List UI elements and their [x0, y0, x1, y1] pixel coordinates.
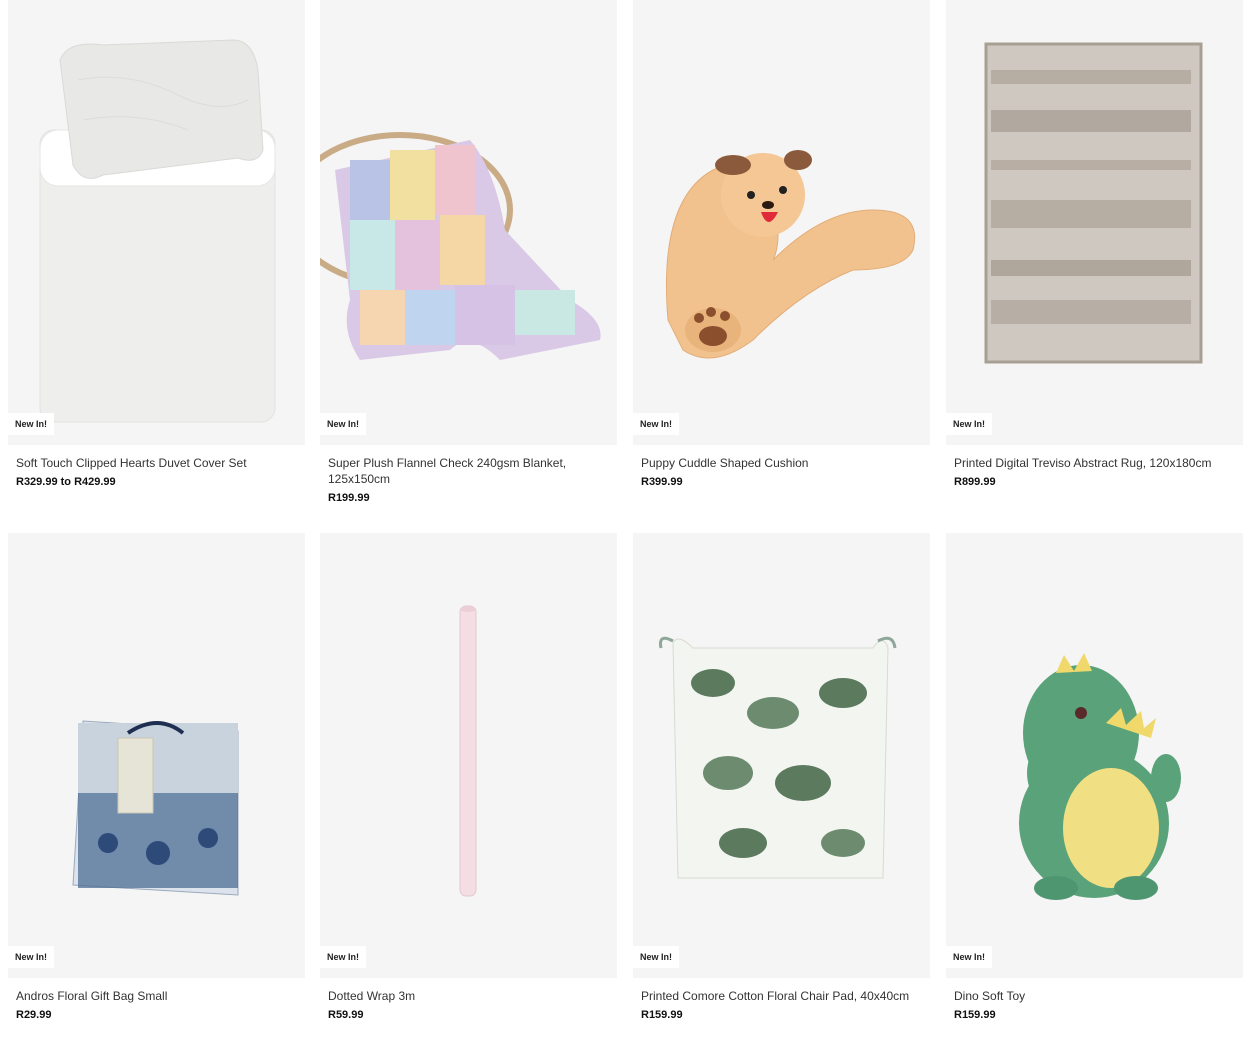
cushion-image	[665, 150, 915, 359]
new-in-badge: New In!	[8, 946, 55, 968]
new-in-badge: New In!	[633, 946, 680, 968]
product-title[interactable]: Puppy Cuddle Shaped Cushion	[641, 455, 922, 471]
duvet-image	[39, 39, 276, 423]
new-in-badge: New In!	[946, 413, 993, 435]
soft-toy-image	[1019, 653, 1181, 900]
product-title[interactable]: Printed Digital Treviso Abstract Rug, 12…	[954, 455, 1235, 471]
product-price: R59.99	[328, 1009, 364, 1021]
new-in-badge: New In!	[633, 413, 680, 435]
new-in-badge: New In!	[320, 946, 367, 968]
product-image[interactable]: New In!	[320, 0, 617, 445]
new-in-badge: New In!	[320, 413, 367, 435]
product-title[interactable]: Andros Floral Gift Bag Small	[16, 988, 297, 1004]
product-card[interactable]: New In! Super Plush Flannel Check 240gsm…	[320, 0, 617, 506]
product-title[interactable]: Printed Comore Cotton Floral Chair Pad, …	[641, 988, 922, 1004]
gift-bag-image	[72, 720, 239, 896]
rug-image	[984, 42, 1203, 364]
product-grid: New In! Soft Touch Clipped Hearts Duvet …	[0, 0, 1250, 1050]
product-image[interactable]: New In!	[633, 533, 930, 978]
product-image[interactable]: New In!	[946, 0, 1243, 445]
product-price: R899.99	[954, 476, 996, 488]
product-image[interactable]: New In!	[8, 533, 305, 978]
product-title[interactable]: Dotted Wrap 3m	[328, 988, 609, 1004]
product-title[interactable]: Soft Touch Clipped Hearts Duvet Cover Se…	[16, 455, 297, 471]
product-card[interactable]: New In! Andros Floral Gift Bag Small R29…	[8, 533, 305, 1023]
product-title[interactable]: Super Plush Flannel Check 240gsm Blanket…	[328, 455, 609, 487]
product-card[interactable]: New In! Soft Touch Clipped Hearts Duvet …	[8, 0, 305, 490]
product-image[interactable]: New In!	[633, 0, 930, 445]
product-image[interactable]: New In!	[946, 533, 1243, 978]
product-card[interactable]: New In! Printed Comore Cotton Floral Cha…	[633, 533, 930, 1023]
product-price: R159.99	[641, 1009, 683, 1021]
product-image[interactable]: New In!	[320, 533, 617, 978]
product-price: R329.99 to R429.99	[16, 476, 116, 488]
product-card[interactable]: New In! Printed Digital Treviso Abstract…	[946, 0, 1243, 490]
product-card[interactable]: New In! Dotted Wrap 3m R59.99	[320, 533, 617, 1023]
wrap-roll-image	[459, 605, 477, 897]
product-card[interactable]: New In! Dino Soft Toy R159.99	[946, 533, 1243, 1023]
chair-pad-image	[659, 636, 897, 879]
new-in-badge: New In!	[946, 946, 993, 968]
product-price: R159.99	[954, 1009, 996, 1021]
new-in-badge: New In!	[8, 413, 55, 435]
product-title[interactable]: Dino Soft Toy	[954, 988, 1235, 1004]
product-image[interactable]: New In!	[8, 0, 305, 445]
product-price: R199.99	[328, 492, 370, 504]
product-price: R29.99	[16, 1009, 52, 1021]
blanket-image	[320, 132, 601, 360]
product-card[interactable]: New In! Puppy Cuddle Shaped Cushion R399…	[633, 0, 930, 490]
product-price: R399.99	[641, 476, 683, 488]
